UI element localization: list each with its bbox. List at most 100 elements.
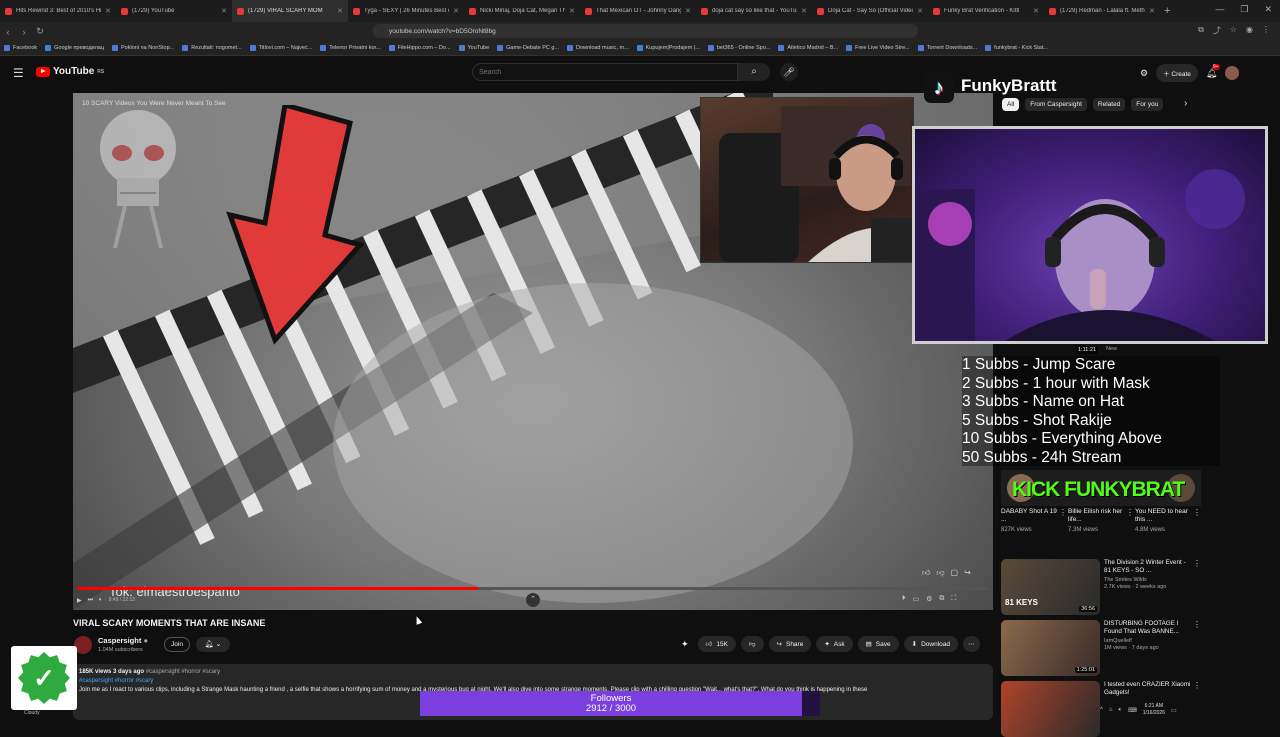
- bookmark-item[interactable]: Kupujem|Prodajem |...: [636, 45, 700, 51]
- short-item[interactable]: You NEED to hear this ... 4.8M views ⋮: [1135, 508, 1201, 533]
- bookmark-item[interactable]: funkybrat - Kick Stat...: [985, 45, 1048, 51]
- clock[interactable]: 6:21 AM 1/16/2026: [1143, 703, 1165, 717]
- browser-tab[interactable]: Hits Rewind 3: Best of 2010's Hip ✕: [0, 0, 116, 22]
- bookmark-item[interactable]: YouTube: [458, 45, 489, 51]
- bookmark-star-icon[interactable]: ☆: [1230, 25, 1237, 36]
- subtitles-icon[interactable]: ▭: [913, 595, 920, 603]
- address-bar[interactable]: youtube.com/watch?v=bD5OroNt8bg: [373, 24, 918, 38]
- fullscreen-icon[interactable]: ⛶: [951, 595, 956, 603]
- speaker-icon[interactable]: 🔈︎: [1118, 707, 1122, 714]
- back-icon[interactable]: ‹: [0, 27, 16, 37]
- ask-button[interactable]: ✦ Ask: [816, 636, 853, 652]
- restore-icon[interactable]: ❐: [1240, 4, 1248, 15]
- network-icon[interactable]: ⌂: [1109, 707, 1113, 713]
- tab-close-icon[interactable]: ✕: [1149, 7, 1155, 15]
- gear-icon[interactable]: ⚙: [1140, 68, 1148, 79]
- browser-tab[interactable]: Nicki Minaj, Doja Cat, Megan Thee ✕: [464, 0, 580, 22]
- more-vert-icon[interactable]: ⋮: [1193, 620, 1201, 629]
- overlay-comment-icon[interactable]: ▢: [951, 568, 959, 578]
- bookmark-item[interactable]: Pokloni na NonStop...: [112, 45, 174, 51]
- overlay-like-icon[interactable]: 👍︎: [922, 568, 930, 578]
- language-icon[interactable]: ⌨: [1128, 707, 1137, 714]
- bookmark-item[interactable]: Telenor Privatni kor...: [320, 45, 381, 51]
- bookmark-item[interactable]: Facebook: [4, 45, 37, 51]
- filter-chip[interactable]: From Caspersight: [1025, 98, 1087, 111]
- account-avatar[interactable]: [1225, 66, 1240, 80]
- more-actions-button[interactable]: ⋯: [963, 636, 980, 652]
- overlay-share-icon[interactable]: ↪: [964, 568, 971, 578]
- chapter-chevron-icon[interactable]: ⌃: [526, 593, 540, 607]
- more-vert-icon[interactable]: ⋮: [1193, 559, 1201, 568]
- channel-name[interactable]: Caspersight ●: [98, 636, 148, 645]
- reload-icon[interactable]: ↻: [32, 26, 48, 37]
- recommendation-item[interactable]: 1:25:01 DISTURBING FOOTAGE I Found That W…: [1001, 620, 1201, 676]
- recommendation-item[interactable]: 81 KEYS 36:56 The Division 2 Winter Event …: [1001, 559, 1201, 615]
- tab-close-icon[interactable]: ✕: [801, 7, 807, 15]
- more-vert-icon[interactable]: ⋮: [1193, 508, 1201, 517]
- new-tab-button[interactable]: +: [1164, 5, 1170, 17]
- bookmark-item[interactable]: Titlovi.com – Najveć...: [249, 45, 312, 51]
- browser-tab[interactable]: (1729) Redman - Lalala ft. Method ✕: [1044, 0, 1160, 22]
- forward-icon[interactable]: ›: [16, 27, 32, 37]
- chips-next-icon[interactable]: ›: [1184, 98, 1187, 109]
- search-icon[interactable]: ⌕: [738, 63, 770, 81]
- browser-menu-icon[interactable]: ⋮: [1262, 25, 1270, 36]
- tab-close-icon[interactable]: ✕: [453, 7, 459, 15]
- tab-close-icon[interactable]: ✕: [1033, 7, 1039, 15]
- bookmark-item[interactable]: Torrent Downloads...: [917, 45, 977, 51]
- filter-chip[interactable]: Related: [1092, 98, 1126, 111]
- volume-icon[interactable]: 🔈︎: [99, 597, 103, 604]
- filter-chip[interactable]: All: [1002, 98, 1020, 111]
- bookmark-item[interactable]: bet365 - Online Spo...: [707, 45, 770, 51]
- hamburger-menu-icon[interactable]: ☰: [13, 66, 24, 80]
- tray-arrow-icon[interactable]: ^: [1100, 707, 1103, 713]
- dislike-button[interactable]: 👎︎: [740, 636, 764, 652]
- more-vert-icon[interactable]: ⋮: [1126, 508, 1134, 517]
- join-button[interactable]: Join: [164, 637, 190, 652]
- save-button[interactable]: ▤ Save: [857, 636, 899, 652]
- microphone-icon[interactable]: 🎤︎: [780, 63, 798, 81]
- short-item[interactable]: DABABY Shot A 19 ... 827K views ⋮: [1001, 508, 1067, 533]
- profile-icon[interactable]: ◉: [1246, 25, 1253, 36]
- share-icon[interactable]: ⤴: [1213, 25, 1221, 36]
- browser-tab[interactable]: Doja Cat - Say So (Official Video) ✕: [812, 0, 928, 22]
- tab-close-icon[interactable]: ✕: [685, 7, 691, 15]
- browser-tab[interactable]: That Mexican OT - Johnny Dang (I ✕: [580, 0, 696, 22]
- youtube-logo[interactable]: YouTube RS: [36, 66, 104, 77]
- bookmark-item[interactable]: Game-Debate PC g...: [497, 45, 559, 51]
- autoplay-toggle[interactable]: ⏵: [902, 595, 906, 603]
- filter-chip[interactable]: For you: [1131, 98, 1164, 111]
- subscribed-bell-button[interactable]: 🔔︎ ⌄: [196, 637, 230, 652]
- browser-tab[interactable]: Funky Brat Verification - Kittl ✕: [928, 0, 1044, 22]
- create-button[interactable]: ＋ Create: [1156, 64, 1198, 82]
- more-vert-icon[interactable]: ⋮: [1059, 508, 1067, 517]
- notification-center-icon[interactable]: ▭: [1171, 707, 1177, 714]
- sparkle-icon[interactable]: ✦: [681, 639, 689, 650]
- tab-close-icon[interactable]: ✕: [221, 7, 227, 15]
- next-icon[interactable]: ⏭: [88, 597, 93, 604]
- play-icon[interactable]: ▶: [77, 597, 82, 604]
- bookmark-item[interactable]: FileHippo.com – Do...: [388, 45, 451, 51]
- tab-close-icon[interactable]: ✕: [105, 7, 111, 15]
- bookmark-item[interactable]: Atletico Madrid – B...: [778, 45, 838, 51]
- share-button[interactable]: ↪ Share: [768, 636, 812, 652]
- bookmark-item[interactable]: Google преводилац: [45, 45, 104, 51]
- browser-tab[interactable]: Tyga - SEXY | 26 Minutes Best of Ty ✕: [348, 0, 464, 22]
- more-vert-icon[interactable]: ⋮: [1193, 681, 1201, 690]
- tab-close-icon[interactable]: ✕: [337, 7, 343, 15]
- video-progress-bar[interactable]: [77, 587, 989, 590]
- browser-tab[interactable]: (1729) YouTube ✕: [116, 0, 232, 22]
- overlay-dislike-icon[interactable]: 👎︎: [936, 568, 944, 578]
- bookmark-item[interactable]: Download music, m...: [567, 45, 629, 51]
- browser-tab[interactable]: doja cat say so like that - YouTube ✕: [696, 0, 812, 22]
- extension-icon[interactable]: ⧉: [1198, 25, 1204, 36]
- settings-icon[interactable]: ⚙: [926, 595, 932, 603]
- bookmark-item[interactable]: Free Live Video Stre...: [846, 45, 910, 51]
- search-input[interactable]: [472, 63, 738, 81]
- miniplayer-icon[interactable]: ⧉: [939, 595, 944, 603]
- close-window-icon[interactable]: ✕: [1264, 4, 1272, 15]
- tab-close-icon[interactable]: ✕: [569, 7, 575, 15]
- short-item[interactable]: Billie Eilish risk her life... 7.3M views…: [1068, 508, 1134, 533]
- minimize-icon[interactable]: —: [1215, 4, 1224, 15]
- tab-close-icon[interactable]: ✕: [917, 7, 923, 15]
